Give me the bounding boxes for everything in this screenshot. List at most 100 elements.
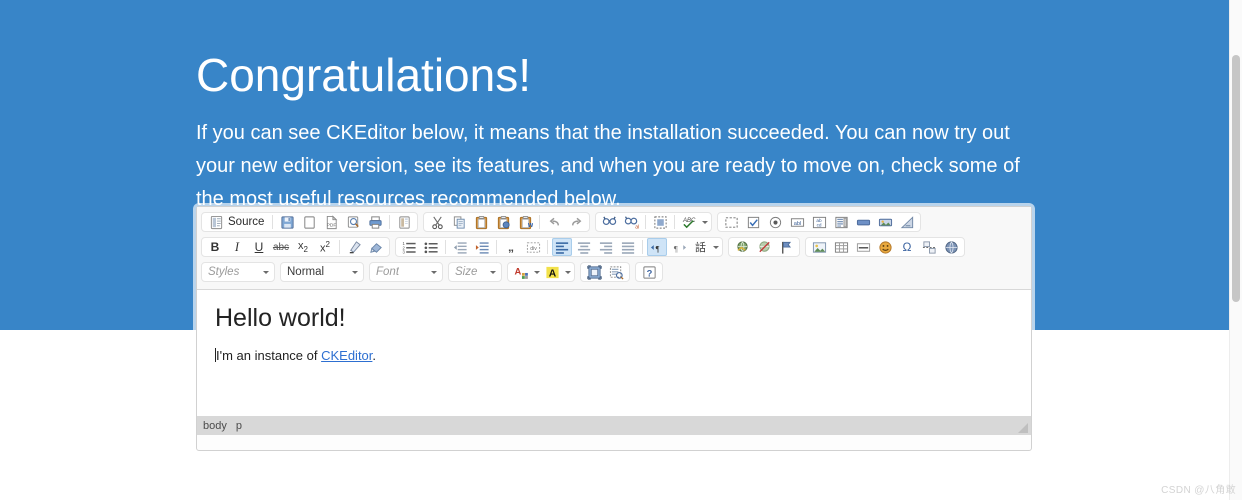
toolbar-group-document: Source PDF (201, 212, 419, 232)
superscript-button[interactable]: x2 (315, 238, 335, 256)
font-combo-label: Font (376, 266, 400, 278)
language-button[interactable]: 話 (691, 238, 710, 256)
format-combo[interactable]: Normal (280, 262, 364, 282)
smiley-button[interactable] (875, 238, 895, 256)
size-combo[interactable]: Size (448, 262, 502, 282)
find-button[interactable] (599, 213, 619, 231)
italic-button[interactable]: I (227, 238, 247, 256)
remove-format-button[interactable] (344, 238, 364, 256)
copy-button[interactable] (449, 213, 469, 231)
svg-text:ab: ab (635, 224, 639, 229)
cut-button[interactable] (427, 213, 447, 231)
page-break-button[interactable] (919, 238, 939, 256)
watermark: CSDN @八角敢 (1161, 485, 1236, 496)
form-button[interactable] (721, 213, 741, 231)
select-all-button[interactable] (650, 213, 670, 231)
select-field-button[interactable] (831, 213, 851, 231)
svg-text:3: 3 (402, 249, 405, 254)
templates-button[interactable] (394, 213, 414, 231)
chevron-down-icon[interactable] (534, 270, 540, 274)
styles-combo[interactable]: Styles (201, 262, 275, 282)
save-button[interactable] (277, 213, 297, 231)
document-paragraph: I'm an instance of CKEditor. (215, 347, 1013, 365)
page-viewport: Congratulations! If you can see CKEditor… (0, 0, 1230, 500)
source-button[interactable]: Source (205, 213, 268, 231)
chevron-down-icon (431, 270, 437, 274)
checkbox-button[interactable] (743, 213, 763, 231)
rtl-button[interactable]: ¶ (669, 238, 689, 256)
editor-content-area[interactable]: Hello world! I'm an instance of CKEditor… (197, 289, 1031, 417)
align-left-button[interactable] (552, 238, 572, 256)
align-right-button[interactable] (596, 238, 616, 256)
preview-button[interactable] (343, 213, 363, 231)
toolbar-group-editing: ab ABC (595, 212, 713, 232)
svg-text:¶: ¶ (655, 243, 659, 253)
toolbar-group-tools (580, 262, 630, 282)
toolbar-group-paragraph: 123 „ div ¶ ¶ 話 (395, 237, 723, 257)
outdent-button[interactable] (450, 238, 470, 256)
ckeditor-link[interactable]: CKEditor (321, 348, 372, 363)
chevron-down-icon[interactable] (702, 220, 709, 224)
strikethrough-button[interactable]: abc (271, 238, 291, 256)
paste-button[interactable] (471, 213, 491, 231)
export-pdf-button[interactable]: PDF (321, 213, 341, 231)
textarea-button[interactable]: ab cd (809, 213, 829, 231)
blockquote-button[interactable]: „ (501, 238, 521, 256)
svg-text:A: A (514, 266, 521, 276)
div-container-button[interactable]: div (523, 238, 543, 256)
table-button[interactable] (831, 238, 851, 256)
copy-formatting-button[interactable] (366, 238, 386, 256)
ckeditor-widget[interactable]: Source PDF W a ABC abl ab cd B I U abc x… (196, 206, 1032, 451)
underline-button[interactable]: U (249, 238, 269, 256)
link-button[interactable] (732, 238, 752, 256)
svg-text:W: W (528, 223, 533, 229)
replace-button[interactable]: ab (621, 213, 641, 231)
text-color-button[interactable]: A (511, 263, 531, 281)
image-button-button[interactable] (875, 213, 895, 231)
numbered-list-button[interactable]: 123 (399, 238, 419, 256)
toolbar-group-clipboard: W (423, 212, 591, 232)
bulleted-list-button[interactable] (421, 238, 441, 256)
anchor-flag-icon[interactable] (776, 238, 796, 256)
toolbar-group-colors: A A (507, 262, 575, 282)
elements-path-p[interactable]: p (236, 420, 242, 432)
omega-icon[interactable]: Ω (897, 238, 917, 256)
redo-button[interactable] (566, 213, 586, 231)
unlink-button[interactable] (754, 238, 774, 256)
align-center-button[interactable] (574, 238, 594, 256)
paste-text-button[interactable] (493, 213, 513, 231)
chevron-down-icon[interactable] (713, 245, 719, 249)
iframe-globe-icon[interactable] (941, 238, 961, 256)
radio-button[interactable] (765, 213, 785, 231)
undo-button[interactable] (544, 213, 564, 231)
toolbar-group-forms: abl ab cd (717, 212, 922, 232)
svg-text:¶: ¶ (673, 243, 677, 253)
new-page-button[interactable] (299, 213, 319, 231)
chevron-down-icon[interactable] (565, 270, 571, 274)
font-combo[interactable]: Font (369, 262, 443, 282)
bg-color-button[interactable]: A (542, 263, 562, 281)
size-combo-label: Size (455, 266, 478, 278)
scrollbar-thumb[interactable] (1232, 55, 1240, 302)
bold-button[interactable]: B (205, 238, 225, 256)
vertical-scrollbar[interactable] (1229, 0, 1242, 500)
justify-button[interactable] (618, 238, 638, 256)
maximize-button[interactable] (584, 263, 604, 281)
print-button[interactable] (365, 213, 385, 231)
image-button[interactable] (809, 238, 829, 256)
resize-grip[interactable] (1018, 423, 1028, 433)
elements-path-body[interactable]: body (203, 420, 227, 432)
ltr-button[interactable]: ¶ (647, 238, 667, 256)
help-question-icon[interactable]: ? (639, 263, 659, 281)
spellcheck-button[interactable]: ABC (679, 213, 699, 231)
button-button[interactable] (853, 213, 873, 231)
show-blocks-button[interactable] (606, 263, 626, 281)
separator (547, 240, 548, 254)
horizontal-rule-button[interactable] (853, 238, 873, 256)
subscript-button[interactable]: x2 (293, 238, 313, 256)
svg-text:ABC: ABC (682, 217, 696, 224)
paste-word-button[interactable]: W (515, 213, 535, 231)
textfield-button[interactable]: abl (787, 213, 807, 231)
indent-button[interactable] (472, 238, 492, 256)
hidden-field-button[interactable] (897, 213, 917, 231)
